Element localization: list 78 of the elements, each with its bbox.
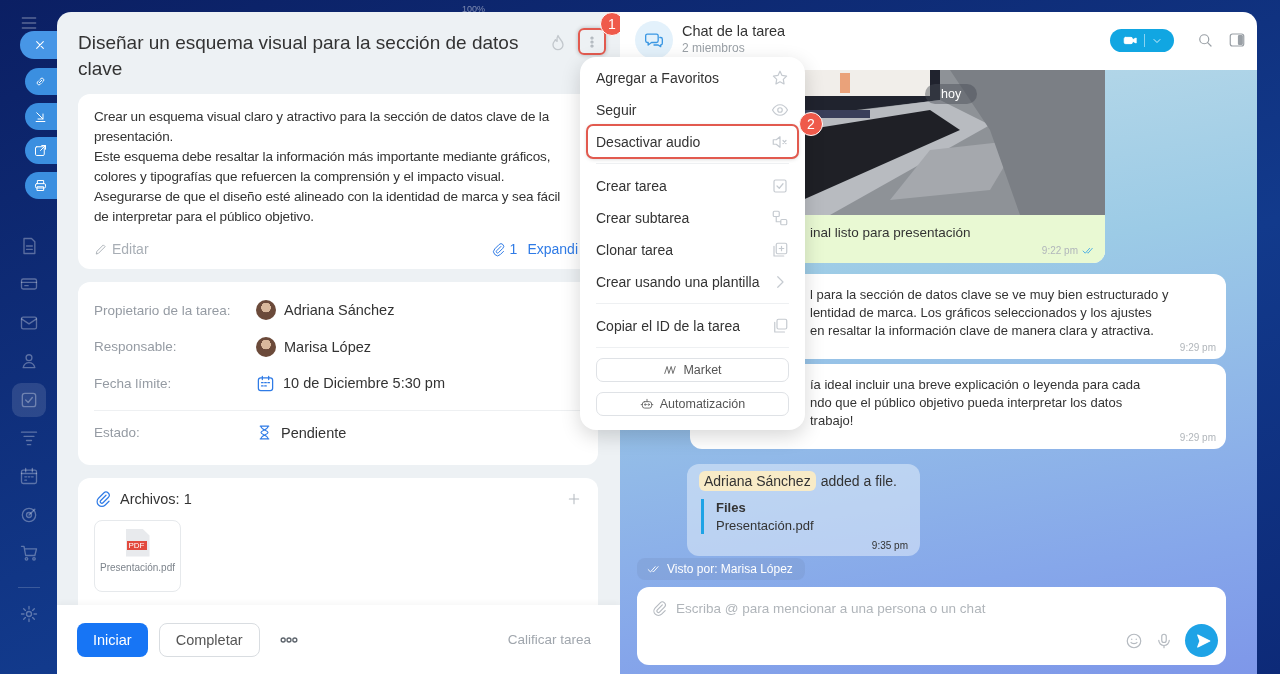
menu-item[interactable]: Seguir [588, 94, 797, 125]
expand-link[interactable]: Expandi [527, 241, 578, 257]
seen-indicator: Visto por: Marisa López [637, 558, 805, 580]
menu-button[interactable]: Market [596, 358, 789, 382]
microphone-icon[interactable] [1155, 631, 1173, 650]
checkbox-icon[interactable] [11, 382, 46, 417]
menu-item[interactable]: Desactivar audio [588, 126, 797, 157]
robot-icon [639, 397, 654, 411]
field-value: Pendiente [281, 424, 347, 441]
star-icon [771, 68, 789, 87]
menu-item[interactable]: Agregar a Favoritos [588, 62, 797, 93]
complete-button[interactable]: Completar [158, 622, 260, 657]
send-button[interactable] [1185, 624, 1218, 657]
field-value: 10 de Diciembre 5:30 pm [283, 375, 445, 392]
field-value[interactable]: Marisa López [284, 338, 372, 355]
chat-icon [635, 21, 673, 59]
avatar [256, 336, 276, 357]
menu-item[interactable]: Copiar el ID de la tarea [588, 310, 797, 341]
menu-item[interactable]: Crear usando una plantilla [588, 266, 797, 297]
send-icon [1194, 631, 1212, 650]
emoji-icon[interactable] [1125, 631, 1143, 650]
sidebar-toggle-icon[interactable] [1228, 31, 1246, 49]
paperclip-icon[interactable] [651, 600, 668, 617]
avatar [256, 300, 276, 321]
print-button[interactable] [25, 172, 57, 199]
chat-title: Chat de la tarea [682, 23, 786, 40]
menu-item[interactable]: Crear subtarea [588, 202, 797, 233]
task-title: Diseñar un esquema visual para la sección de datos clave [78, 31, 520, 81]
message-text: ía ideal incluir una breve explicación o leyenda para cada ndo que el público objetivo pueda interpretar los datos trabajo! [810, 377, 1141, 428]
message-time: 9:29 pm [1179, 342, 1216, 353]
field-label: Estado: [94, 425, 141, 440]
checkbox-icon [771, 176, 789, 195]
step-badge: 2 [799, 112, 823, 136]
clone-icon [771, 240, 789, 259]
menu-item[interactable]: Crear tarea [588, 170, 797, 201]
message-text: inal listo para presentación [810, 225, 971, 240]
pencil-icon [94, 242, 108, 256]
menu-button[interactable]: Automatización [596, 392, 789, 416]
open-external-button[interactable] [25, 137, 57, 164]
message-input[interactable]: Escriba @ para mencionar a una persona o un chat [676, 601, 1196, 616]
field-label: Fecha límite: [94, 375, 173, 391]
message-text: added a file. [820, 473, 897, 489]
field-value[interactable]: Adriana Sánchez [284, 302, 395, 319]
field-label: Propietario de la tarea: [94, 302, 232, 318]
message-time: 9:22 pm [1041, 245, 1078, 256]
printer-icon [33, 178, 48, 193]
start-button[interactable]: Iniciar [77, 622, 148, 657]
download-button[interactable] [25, 103, 57, 130]
subtask-icon [771, 208, 789, 227]
paperclip-icon [490, 241, 506, 257]
task-description: Crear un esquema visual claro y atractivo para la sección de datos clave de la presentación. Este esquema debe resaltar la información más importante mediante gráficos, colores y tipografías que refuercen la comprensión y el impacto visual. Asegurarse de que el diseño esté alineado con la identidad de marca y sea fácil de interpretar para el público objetivo. [94, 108, 562, 226]
pdf-file-icon: PDF [125, 528, 150, 557]
quote-title: Files [716, 500, 747, 515]
file-tile[interactable]: PDF Presentación.pdf [94, 519, 181, 592]
message-time: 9:35 pm [871, 540, 908, 551]
author-chip[interactable]: Adriana Sánchez [699, 471, 816, 491]
attachment-count[interactable]: 1 [490, 241, 518, 257]
file-link[interactable]: Presentación.pdf [716, 518, 908, 533]
close-button[interactable] [20, 31, 57, 59]
external-link-icon [33, 143, 48, 158]
menu-item[interactable]: Clonar tarea [588, 234, 797, 265]
video-call-button[interactable] [1110, 29, 1174, 52]
files-title: Archivos: 1 [120, 490, 192, 507]
arrow-icon [33, 109, 48, 124]
date-label: hoy [925, 84, 978, 104]
message-time: 9:29 pm [1179, 432, 1216, 443]
market-icon [663, 363, 678, 377]
zoom-label: 100% [462, 4, 486, 14]
paperclip-icon [94, 489, 112, 508]
file-name: Presentación.pdf [99, 561, 176, 574]
step-badge: 1 [600, 12, 620, 36]
link-button[interactable] [25, 68, 57, 95]
settings-icon[interactable] [18, 603, 39, 624]
message-text: l para la sección de datos clave se ve muy bien estructurado y lentidad de marca. Los gráficos seleccionados y los ajustes en resaltar la información clave de manera clara y atractiva. [810, 287, 1169, 338]
copy-icon [771, 316, 789, 335]
search-icon[interactable] [1196, 31, 1214, 49]
calendar-icon [256, 373, 275, 393]
field-label: Responsable: [94, 339, 178, 355]
